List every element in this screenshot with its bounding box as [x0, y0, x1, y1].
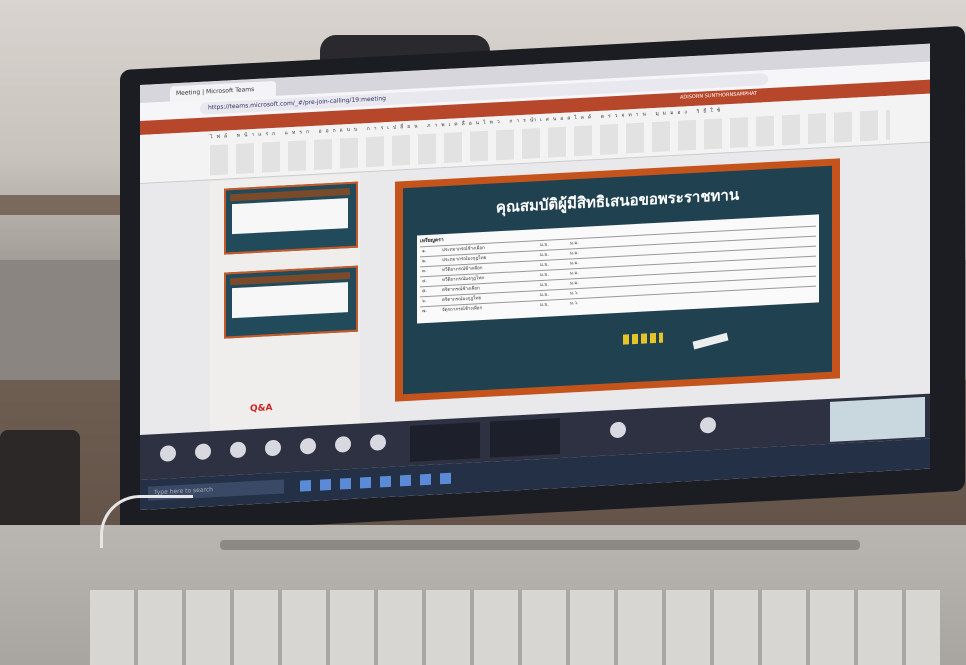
qa-label: Q&A: [250, 403, 273, 415]
chair: [0, 430, 80, 540]
slide-thumbnail[interactable]: [224, 265, 358, 339]
mic-icon[interactable]: [160, 445, 176, 462]
chat-icon[interactable]: [265, 439, 281, 457]
thumb-table: [232, 198, 348, 235]
teams-icon[interactable]: [380, 475, 391, 488]
video-tile[interactable]: [490, 417, 560, 458]
thumb-table: [232, 282, 348, 319]
powerpoint-icon[interactable]: [400, 474, 411, 487]
slide-thumbnail-panel: Q&A: [210, 173, 360, 437]
task-view-icon[interactable]: [300, 480, 311, 492]
table-heading: เหรียญตรา: [420, 237, 444, 245]
self-view-camera[interactable]: [830, 396, 925, 442]
charging-cable: [100, 495, 193, 548]
edge-icon[interactable]: [320, 478, 331, 491]
word-icon[interactable]: [440, 472, 451, 485]
video-tile[interactable]: [410, 422, 480, 462]
slide-table: เหรียญตรา ๑. ประถมาภรณ์ช้างเผือก ม.ม. ม.ม. …: [417, 214, 819, 324]
share-icon[interactable]: [230, 441, 246, 459]
slide-thumbnail[interactable]: [224, 181, 358, 255]
explorer-icon[interactable]: [340, 477, 351, 490]
keyboard: [90, 590, 940, 665]
raise-hand-icon[interactable]: [335, 435, 351, 453]
shelf: [0, 195, 135, 215]
user-name: ADISORN SUNTHORNSAMPHAT: [680, 90, 758, 101]
camera-icon[interactable]: [195, 443, 211, 461]
chalk-decoration: [692, 332, 729, 350]
laptop-screen: Meeting | Microsoft Teams https://teams.…: [140, 43, 930, 511]
flower-decoration: [623, 332, 663, 345]
more-icon[interactable]: [370, 434, 386, 451]
mail-icon[interactable]: [360, 476, 371, 489]
participant-avatar[interactable]: [700, 416, 716, 434]
chalkboard: คุณสมบัติผู้มีสิทธิเสนอขอพระราชทาน เหรีย…: [403, 165, 832, 395]
chrome-icon[interactable]: [420, 473, 431, 486]
laptop-hinge: [220, 540, 860, 550]
participants-icon[interactable]: [300, 437, 316, 455]
participant-avatar[interactable]: [610, 421, 626, 439]
current-slide[interactable]: คุณสมบัติผู้มีสิทธิเสนอขอพระราชทาน เหรีย…: [395, 158, 840, 402]
